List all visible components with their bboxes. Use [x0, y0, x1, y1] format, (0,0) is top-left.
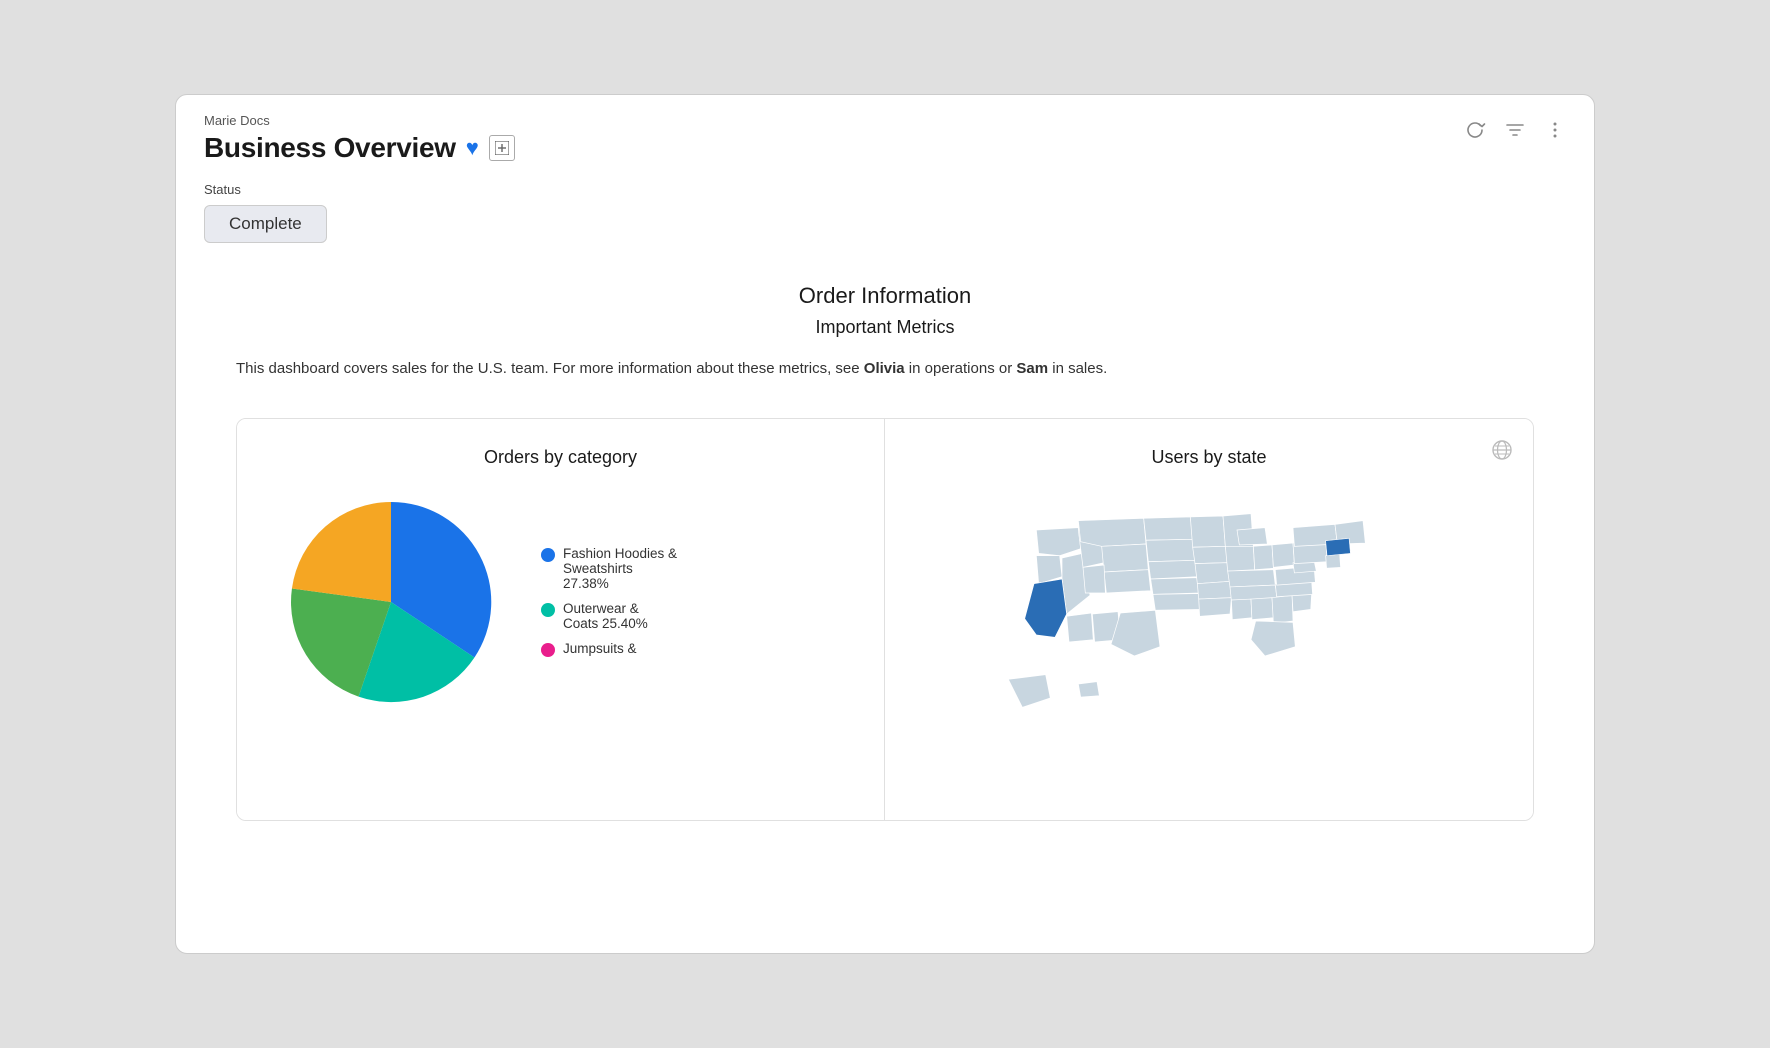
description: This dashboard covers sales for the U.S.…: [236, 356, 1236, 382]
legend-label-2: Jumpsuits &: [563, 641, 637, 656]
legend-item-2: Jumpsuits &: [541, 641, 677, 657]
us-map: [919, 502, 1499, 782]
legend-label-0: Fashion Hoodies &Sweatshirts27.38%: [563, 546, 677, 591]
main-window: Marie Docs Business Overview ♥: [175, 94, 1595, 954]
globe-icon[interactable]: [1491, 439, 1513, 467]
status-badge[interactable]: Complete: [204, 205, 327, 243]
chart-legend: Fashion Hoodies &Sweatshirts27.38% Outer…: [541, 546, 677, 657]
legend-dot-1: [541, 603, 555, 617]
pie-chart: [281, 492, 501, 712]
users-by-state-panel: Users by state: [885, 419, 1533, 820]
status-label: Status: [204, 182, 1566, 197]
heart-icon[interactable]: ♥: [466, 135, 479, 161]
add-page-icon[interactable]: [489, 135, 515, 161]
contact-sam: Sam: [1016, 360, 1048, 377]
pie-container: Fashion Hoodies &Sweatshirts27.38% Outer…: [261, 492, 860, 712]
header: Marie Docs Business Overview ♥: [176, 95, 1594, 164]
more-icon[interactable]: [1544, 119, 1566, 147]
charts-row: Orders by category: [236, 418, 1534, 821]
legend-item-0: Fashion Hoodies &Sweatshirts27.38%: [541, 546, 677, 591]
section-title: Order Information: [236, 283, 1534, 309]
title-row: Business Overview ♥: [204, 132, 515, 164]
legend-item-1: Outerwear &Coats 25.40%: [541, 601, 677, 631]
orders-by-category-panel: Orders by category: [237, 419, 885, 820]
contact-olivia: Olivia: [864, 360, 905, 377]
doc-name: Marie Docs: [204, 113, 515, 128]
status-section: Status Complete: [176, 164, 1594, 243]
filter-icon[interactable]: [1504, 119, 1526, 147]
legend-dot-0: [541, 548, 555, 562]
header-right: [1464, 119, 1566, 147]
us-map-container: [909, 492, 1509, 792]
legend-label-1: Outerwear &Coats 25.40%: [563, 601, 648, 631]
orders-chart-title: Orders by category: [261, 447, 860, 468]
section-subtitle: Important Metrics: [236, 317, 1534, 338]
page-title: Business Overview: [204, 132, 456, 164]
main-content: Order Information Important Metrics This…: [176, 243, 1594, 953]
refresh-icon[interactable]: [1464, 119, 1486, 147]
legend-dot-2: [541, 643, 555, 657]
users-chart-title: Users by state: [909, 447, 1509, 468]
header-left: Marie Docs Business Overview ♥: [204, 113, 515, 164]
